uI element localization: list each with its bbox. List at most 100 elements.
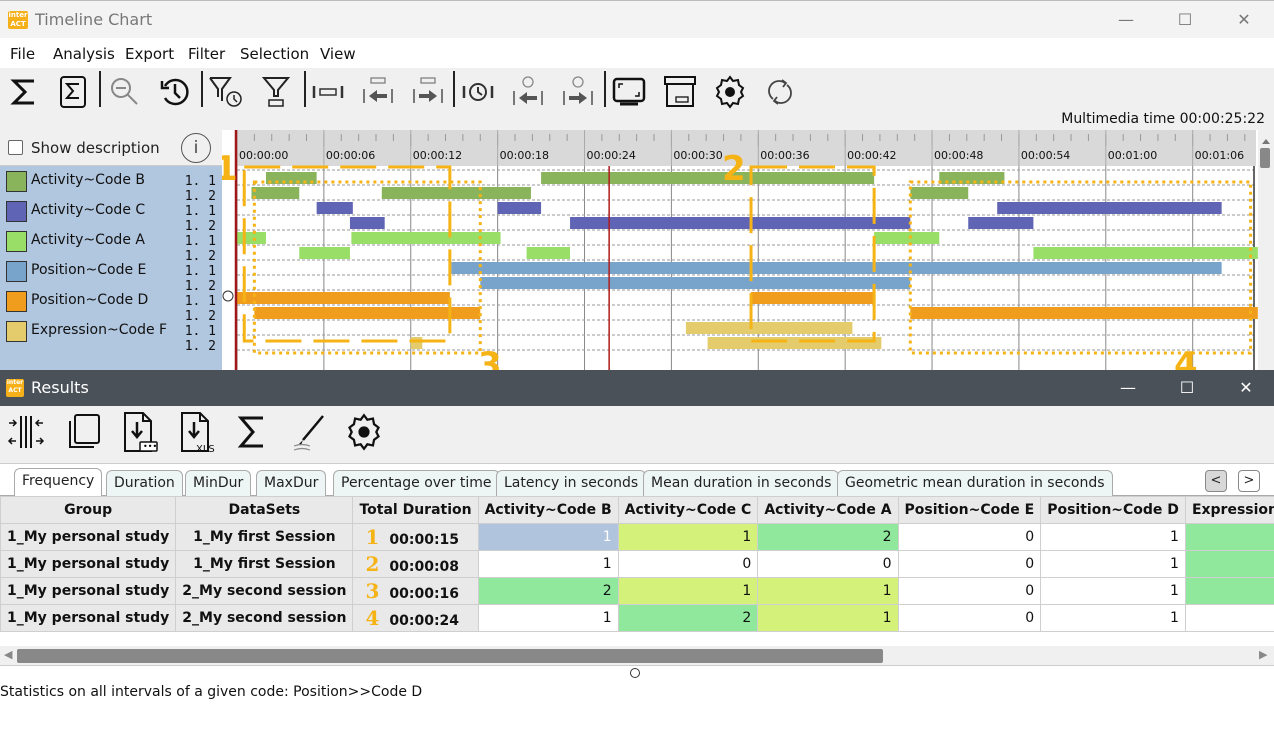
tab-mean-duration[interactable]: Mean duration in seconds [643, 470, 840, 496]
interval-next-icon[interactable] [408, 72, 448, 112]
column-header[interactable]: Activity~Code A [757, 496, 899, 524]
table-row[interactable]: 1_My personal study 2_My second session 3 0… [0, 577, 1274, 605]
dataset-cell[interactable]: 2_My second session [175, 577, 354, 605]
menu-file[interactable]: File [10, 45, 35, 63]
interval-prev-icon[interactable] [358, 72, 398, 112]
tab-frequency[interactable]: Frequency [14, 468, 103, 496]
legend-item[interactable]: Activity~Code A 1. 1 1. 2 [4, 227, 222, 264]
column-header[interactable]: DataSets [175, 496, 354, 524]
interval-icon[interactable] [308, 72, 348, 112]
info-icon[interactable]: i [181, 133, 211, 163]
frequency-cell[interactable]: 1 [477, 523, 619, 551]
export-xls-icon[interactable]: XLS [178, 412, 218, 454]
frequency-cell[interactable]: 1 [477, 604, 619, 632]
results-maximize-button[interactable]: ☐ [1167, 375, 1207, 401]
frequency-cell[interactable]: 1 [1040, 577, 1186, 605]
total-duration-cell[interactable]: 2 00:00:08 [352, 550, 479, 578]
frequency-cell[interactable]: 1 [1040, 523, 1186, 551]
frequency-cell[interactable]: 0 [897, 523, 1042, 551]
tab-latency[interactable]: Latency in seconds [496, 470, 647, 496]
sum-icon[interactable] [4, 72, 44, 112]
columns-icon[interactable] [6, 412, 46, 452]
column-header[interactable]: Group [0, 496, 177, 524]
frequency-cell[interactable] [1184, 523, 1274, 551]
frequency-cell[interactable] [1184, 577, 1274, 605]
frequency-cell[interactable]: 2 [757, 523, 899, 551]
group-cell[interactable]: 1_My personal study [0, 577, 177, 605]
dataset-cell[interactable]: 1_My first Session [175, 550, 354, 578]
maximize-button[interactable]: ☐ [1165, 7, 1205, 33]
legend-item[interactable]: Activity~Code B 1. 1 1. 2 [4, 167, 222, 204]
frequency-cell[interactable]: 2 [617, 604, 759, 632]
frequency-cell[interactable]: 0 [897, 604, 1042, 632]
frequency-cell[interactable]: 1 [1040, 550, 1186, 578]
dataset-cell[interactable]: 2_My second session [175, 604, 354, 632]
menu-analysis[interactable]: Analysis [53, 45, 115, 63]
frequency-cell[interactable]: 1 [757, 577, 899, 605]
total-duration-cell[interactable]: 3 00:00:16 [352, 577, 479, 605]
results-close-button[interactable]: ✕ [1226, 375, 1266, 401]
frequency-cell[interactable]: 1 [617, 577, 759, 605]
tab-mindur[interactable]: MinDur [185, 470, 252, 496]
menu-filter[interactable]: Filter [188, 45, 225, 63]
table-row[interactable]: 1_My personal study 1_My first Session 2 00… [0, 550, 1274, 578]
dataset-cell[interactable]: 1_My first Session [175, 523, 354, 551]
tab-percentage-over-time[interactable]: Percentage over time [333, 470, 500, 496]
history-icon[interactable] [155, 72, 195, 112]
frequency-cell[interactable]: 0 [757, 550, 899, 578]
menu-export[interactable]: Export [125, 45, 174, 63]
group-cell[interactable]: 1_My personal study [0, 523, 177, 551]
minimize-button[interactable]: — [1106, 7, 1146, 33]
splitter-handle[interactable] [630, 668, 640, 678]
frequency-cell[interactable] [1184, 604, 1274, 632]
sum-document-icon[interactable] [53, 72, 93, 112]
frequency-cell[interactable]: 1 [617, 523, 759, 551]
column-header[interactable]: Activity~Code B [477, 496, 619, 524]
results-minimize-button[interactable]: — [1108, 375, 1148, 401]
timeline-chart[interactable]: 00:00:00 00:00:06 00:00:12 00:00:18 00:00:24… [214, 130, 1274, 385]
tabs-next-button[interactable]: > [1238, 470, 1260, 492]
archive-icon[interactable] [660, 72, 700, 112]
export-csv-icon[interactable]: ••• [121, 412, 161, 452]
legend-item[interactable]: Position~Code D 1. 1 1. 2 [4, 287, 222, 324]
frequency-cell[interactable]: 0 [897, 550, 1042, 578]
column-header[interactable]: Activity~Code C [617, 496, 759, 524]
brush-icon[interactable] [289, 412, 329, 452]
menu-view[interactable]: View [320, 45, 356, 63]
legend-item[interactable]: Activity~Code C 1. 1 1. 2 [4, 197, 222, 234]
gear-icon[interactable] [710, 72, 750, 112]
scroll-right-icon[interactable]: ▶ [1259, 648, 1267, 661]
clock-prev-icon[interactable] [508, 72, 548, 112]
refresh-icon[interactable] [760, 72, 800, 112]
monitor-icon[interactable] [609, 72, 649, 112]
column-header[interactable]: Total Duration [352, 496, 479, 524]
total-duration-cell[interactable]: 4 00:00:24 [352, 604, 479, 632]
tab-geometric-mean[interactable]: Geometric mean duration in seconds [837, 470, 1113, 496]
frequency-cell[interactable]: 2 [477, 577, 619, 605]
group-cell[interactable]: 1_My personal study [0, 550, 177, 578]
clock-interval-icon[interactable] [458, 72, 498, 112]
copy-icon[interactable] [64, 412, 104, 452]
group-cell[interactable]: 1_My personal study [0, 604, 177, 632]
frequency-cell[interactable]: 0 [897, 577, 1042, 605]
table-row[interactable]: 1_My personal study 2_My second session 4 0… [0, 604, 1274, 632]
gear-icon[interactable] [344, 412, 384, 452]
clock-next-icon[interactable] [558, 72, 598, 112]
sum-icon[interactable] [232, 412, 272, 452]
total-duration-cell[interactable]: 1 00:00:15 [352, 523, 479, 551]
frequency-cell[interactable]: 1 [1040, 604, 1186, 632]
legend-item[interactable]: Position~Code E 1. 1 1. 2 [4, 257, 222, 294]
column-header[interactable]: Position~Code E [897, 496, 1042, 524]
close-button[interactable]: ✕ [1224, 7, 1264, 33]
legend-item[interactable]: Expression~Code F 1. 1 1. 2 [4, 317, 222, 354]
scroll-left-icon[interactable]: ◀ [4, 648, 12, 661]
scrollbar-thumb[interactable] [17, 649, 883, 663]
tab-duration[interactable]: Duration [106, 470, 183, 496]
table-row[interactable]: 1_My personal study 1_My first Session 1 00… [0, 523, 1274, 551]
frequency-cell[interactable]: 0 [617, 550, 759, 578]
column-header[interactable]: Position~Code D [1040, 496, 1186, 524]
filter-time-icon[interactable] [206, 72, 246, 112]
column-header[interactable]: Expression~C [1184, 496, 1274, 524]
tabs-prev-button[interactable]: < [1205, 470, 1227, 492]
show-description-checkbox[interactable] [8, 140, 23, 155]
